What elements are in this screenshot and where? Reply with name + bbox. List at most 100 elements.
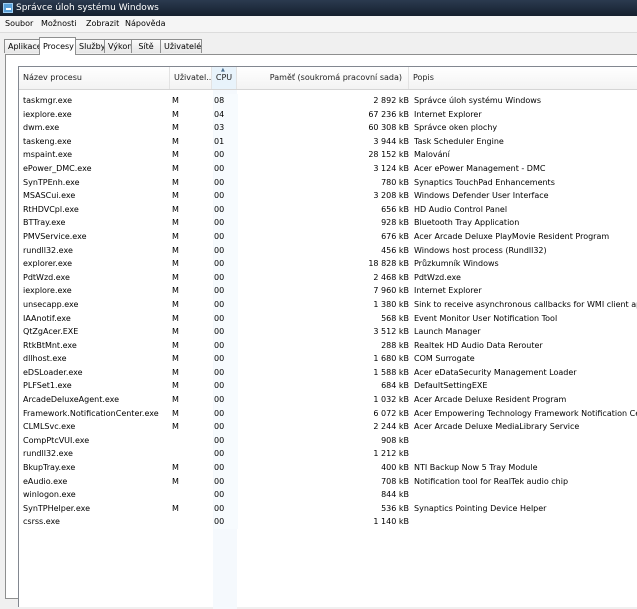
process-memory-cell: 844 kB [381,490,409,500]
process-cpu-cell: 08 [214,94,238,108]
tab-procesy[interactable]: Procesy [39,37,76,55]
process-user-cell: M [172,218,179,228]
process-name-cell: unsecapp.exe [23,299,79,309]
table-row[interactable]: IAAnotif.exe M 00 568 kB Event Monitor User … [19,311,637,326]
menu-soubor[interactable]: Soubor [3,16,35,32]
process-description-cell: Acer Arcade Deluxe Resident Program [414,395,567,405]
table-row[interactable]: unsecapp.exe M 00 1 380 kB Sink to receive a… [19,297,637,312]
table-row[interactable]: iexplore.exe M 04 67 236 kB Internet Explore… [19,107,637,122]
column-header-name[interactable]: Název procesu [19,67,170,89]
table-row[interactable]: BTTray.exe M 00 928 kB Bluetooth Tray Applic… [19,216,637,230]
process-user-cell: M [172,381,179,391]
table-row[interactable]: taskeng.exe M 01 3 944 kB Task Scheduler Eng… [19,134,637,149]
table-row[interactable]: eDSLoader.exe M 00 1 588 kB Acer eDataSecuri… [19,365,637,380]
process-cpu-cell: 04 [214,107,238,122]
process-cpu-cell: 00 [214,175,238,190]
table-row[interactable]: Framework.NotificationCenter.exe M 00 6 072… [19,406,637,421]
table-row[interactable]: RtkBtMnt.exe M 00 288 kB Realtek HD Audio Da… [19,338,637,353]
tab-uzivatele[interactable]: Uživatelé [160,39,202,53]
process-memory-cell: 676 kB [381,231,409,241]
table-row[interactable]: iexplore.exe M 00 7 960 kB Internet Explorer [19,284,637,298]
table-row[interactable]: ArcadeDeluxeAgent.exe M 00 1 032 kB Acer Arc… [19,393,637,407]
column-header-memory[interactable]: Paměť (soukromá pracovní sada) [237,67,409,89]
process-user-cell: M [172,272,179,282]
tab-site[interactable]: Sítě [131,39,161,53]
table-row[interactable]: ePower_DMC.exe M 00 3 124 kB Acer ePower Man… [19,161,637,176]
table-row[interactable]: explorer.exe M 00 18 828 kB Průzkumník Windo… [19,257,637,271]
process-cpu-cell: 00 [214,161,238,176]
table-row[interactable]: PdtWzd.exe M 00 2 468 kB PdtWzd.exe [19,270,637,285]
tab-aplikace[interactable]: Aplikace [4,39,42,53]
column-header-description[interactable]: Popis [409,67,637,89]
table-row[interactable]: dllhost.exe M 00 1 680 kB COM Surrogate [19,352,637,366]
table-row[interactable]: taskmgr.exe M 08 2 892 kB Správce úloh systé… [19,94,637,108]
process-user-cell [172,515,210,529]
table-row[interactable]: mspaint.exe M 00 28 152 kB Malování [19,148,637,162]
table-row[interactable]: SynTPEnh.exe M 00 780 kB Synaptics TouchPad … [19,175,637,190]
task-manager-icon [3,3,13,13]
process-rows: taskmgr.exe M 08 2 892 kB Správce úloh systé… [19,94,637,529]
process-name-cell: mspaint.exe [23,150,73,160]
column-header-user[interactable]: Uživatel... [170,67,212,89]
process-cpu-cell: 00 [214,257,238,271]
process-description-cell: PdtWzd.exe [414,272,461,282]
process-memory-cell: 18 828 kB [368,259,409,269]
table-row[interactable]: eAudio.exe M 00 708 kB Notification tool for… [19,474,637,489]
process-user-cell [172,434,210,448]
process-list[interactable]: Název procesu Uživatel... ▲ CPU Paměť (s… [18,66,637,609]
process-description-cell: Acer Empowering Technology Framework Not… [414,408,637,418]
process-memory-cell: 288 kB [381,340,409,350]
process-description-cell: Event Monitor User Notification Tool [414,313,558,323]
process-name-cell: dllhost.exe [23,354,67,364]
menu-zobrazit[interactable]: Zobrazit [84,16,121,32]
process-memory-cell: 6 072 kB [373,408,409,418]
table-row[interactable]: rundll32.exe M 00 456 kB Windows host proces… [19,243,637,258]
process-memory-cell: 708 kB [381,476,409,486]
process-name-cell: RtHDVCpl.exe [23,204,79,214]
tab-vykon[interactable]: Výkon [104,39,132,53]
process-memory-cell: 2 468 kB [373,272,409,282]
table-row[interactable]: PMVService.exe M 00 676 kB Acer Arcade Delux… [19,229,637,244]
table-row[interactable]: rundll32.exe 00 1 212 kB [19,447,637,462]
table-row[interactable]: MSASCui.exe M 00 3 208 kB Windows Defender U… [19,189,637,203]
process-cpu-cell: 01 [214,134,238,149]
table-row[interactable]: QtZgAcer.EXE M 00 3 512 kB Launch Manager [19,325,637,339]
table-row[interactable]: csrss.exe 00 1 140 kB [19,515,637,529]
column-header-cpu[interactable]: ▲ CPU [212,67,237,89]
menu-napoveda[interactable]: Nápověda [123,16,168,32]
process-user-cell: M [172,395,179,405]
process-memory-cell: 908 kB [381,435,409,445]
table-row[interactable]: PLFSet1.exe M 00 684 kB DefaultSettingEXE [19,379,637,394]
table-row[interactable]: CompPtcVUI.exe 00 908 kB [19,433,637,448]
process-cpu-cell: 00 [214,501,238,516]
table-row[interactable]: RtHDVCpl.exe M 00 656 kB HD Audio Control Pa… [19,202,637,217]
process-memory-cell: 684 kB [381,381,409,391]
process-cpu-cell: 00 [214,284,238,298]
tab-sluzby[interactable]: Služby [75,39,105,53]
process-description-cell: NTI Backup Now 5 Tray Module [414,463,538,473]
process-name-cell: rundll32.exe [23,245,73,255]
process-user-cell: M [172,245,179,255]
process-memory-cell: 456 kB [381,245,409,255]
process-name-cell: SynTPHelper.exe [23,503,91,513]
process-cpu-cell: 00 [214,229,238,244]
process-memory-cell: 3 208 kB [373,191,409,201]
process-cpu-cell: 00 [214,202,238,217]
process-cpu-cell: 00 [214,406,238,421]
process-user-cell: M [172,503,179,513]
process-memory-cell: 1 212 kB [373,449,409,459]
process-user-cell: M [172,204,179,214]
process-memory-cell: 1 032 kB [373,395,409,405]
table-row[interactable]: winlogon.exe 00 844 kB [19,488,637,502]
process-description-cell: Synaptics TouchPad Enhancements [414,177,555,187]
process-cpu-cell: 00 [214,270,238,285]
table-row[interactable]: CLMLSvc.exe M 00 2 244 kB Acer Arcade Deluxe… [19,420,637,434]
process-cpu-cell: 00 [214,352,238,366]
process-user-cell [172,447,210,461]
menu-moznosti[interactable]: Možnosti [39,16,79,32]
process-memory-cell: 7 960 kB [373,286,409,296]
table-row[interactable]: SynTPHelper.exe M 00 536 kB Synaptics Pointi… [19,501,637,516]
table-row[interactable]: BkupTray.exe M 00 400 kB NTI Backup Now 5 Tr… [19,461,637,475]
process-user-cell: M [172,313,179,323]
table-row[interactable]: dwm.exe M 03 60 308 kB Správce oken plochy [19,121,637,135]
